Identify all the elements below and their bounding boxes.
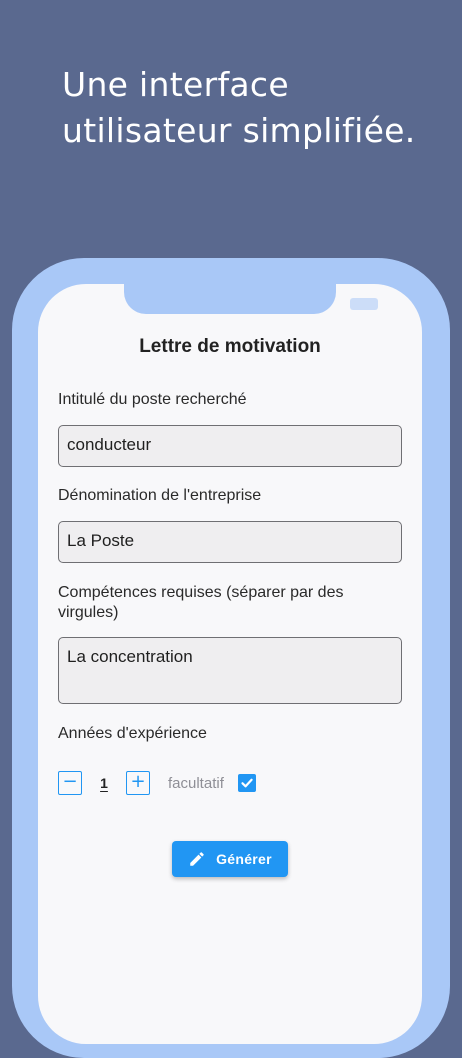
form-title: Lettre de motivation [139,336,321,357]
company-input[interactable]: La Poste [58,521,402,563]
company-value: La Poste [67,531,135,550]
skills-value: La concentration [67,647,193,666]
optional-label: facultatif [168,774,224,792]
pencil-icon [190,852,204,866]
headline: Une interface utilisateur simplifiée. [62,62,442,154]
experience-stepper: − 1 + facultatif [58,770,256,796]
generate-button[interactable]: Générer [172,841,288,877]
decrement-button[interactable]: − [58,771,82,795]
generate-button-label: Générer [216,851,272,867]
job-title-input[interactable]: conducteur [58,425,402,467]
phone-notch [124,284,336,314]
status-bar-indicator [350,298,378,310]
headline-line-2: utilisateur simplifiée. [62,111,416,150]
skills-label: Compétences requises (séparer par des vi… [58,584,344,621]
job-title-value: conducteur [67,435,152,454]
phone-screen: Lettre de motivation Intitulé du poste r… [38,284,422,1044]
checkmark-icon [241,778,253,788]
increment-button[interactable]: + [126,771,150,795]
skills-textarea[interactable]: La concentration [58,637,402,704]
headline-line-1: Une interface [62,65,289,104]
experience-label: Années d'expérience [58,725,207,742]
job-title-label: Intitulé du poste recherché [58,391,247,408]
optional-checkbox[interactable] [237,774,256,792]
company-label: Dénomination de l'entreprise [58,487,262,504]
experience-value[interactable]: 1 [82,775,126,791]
